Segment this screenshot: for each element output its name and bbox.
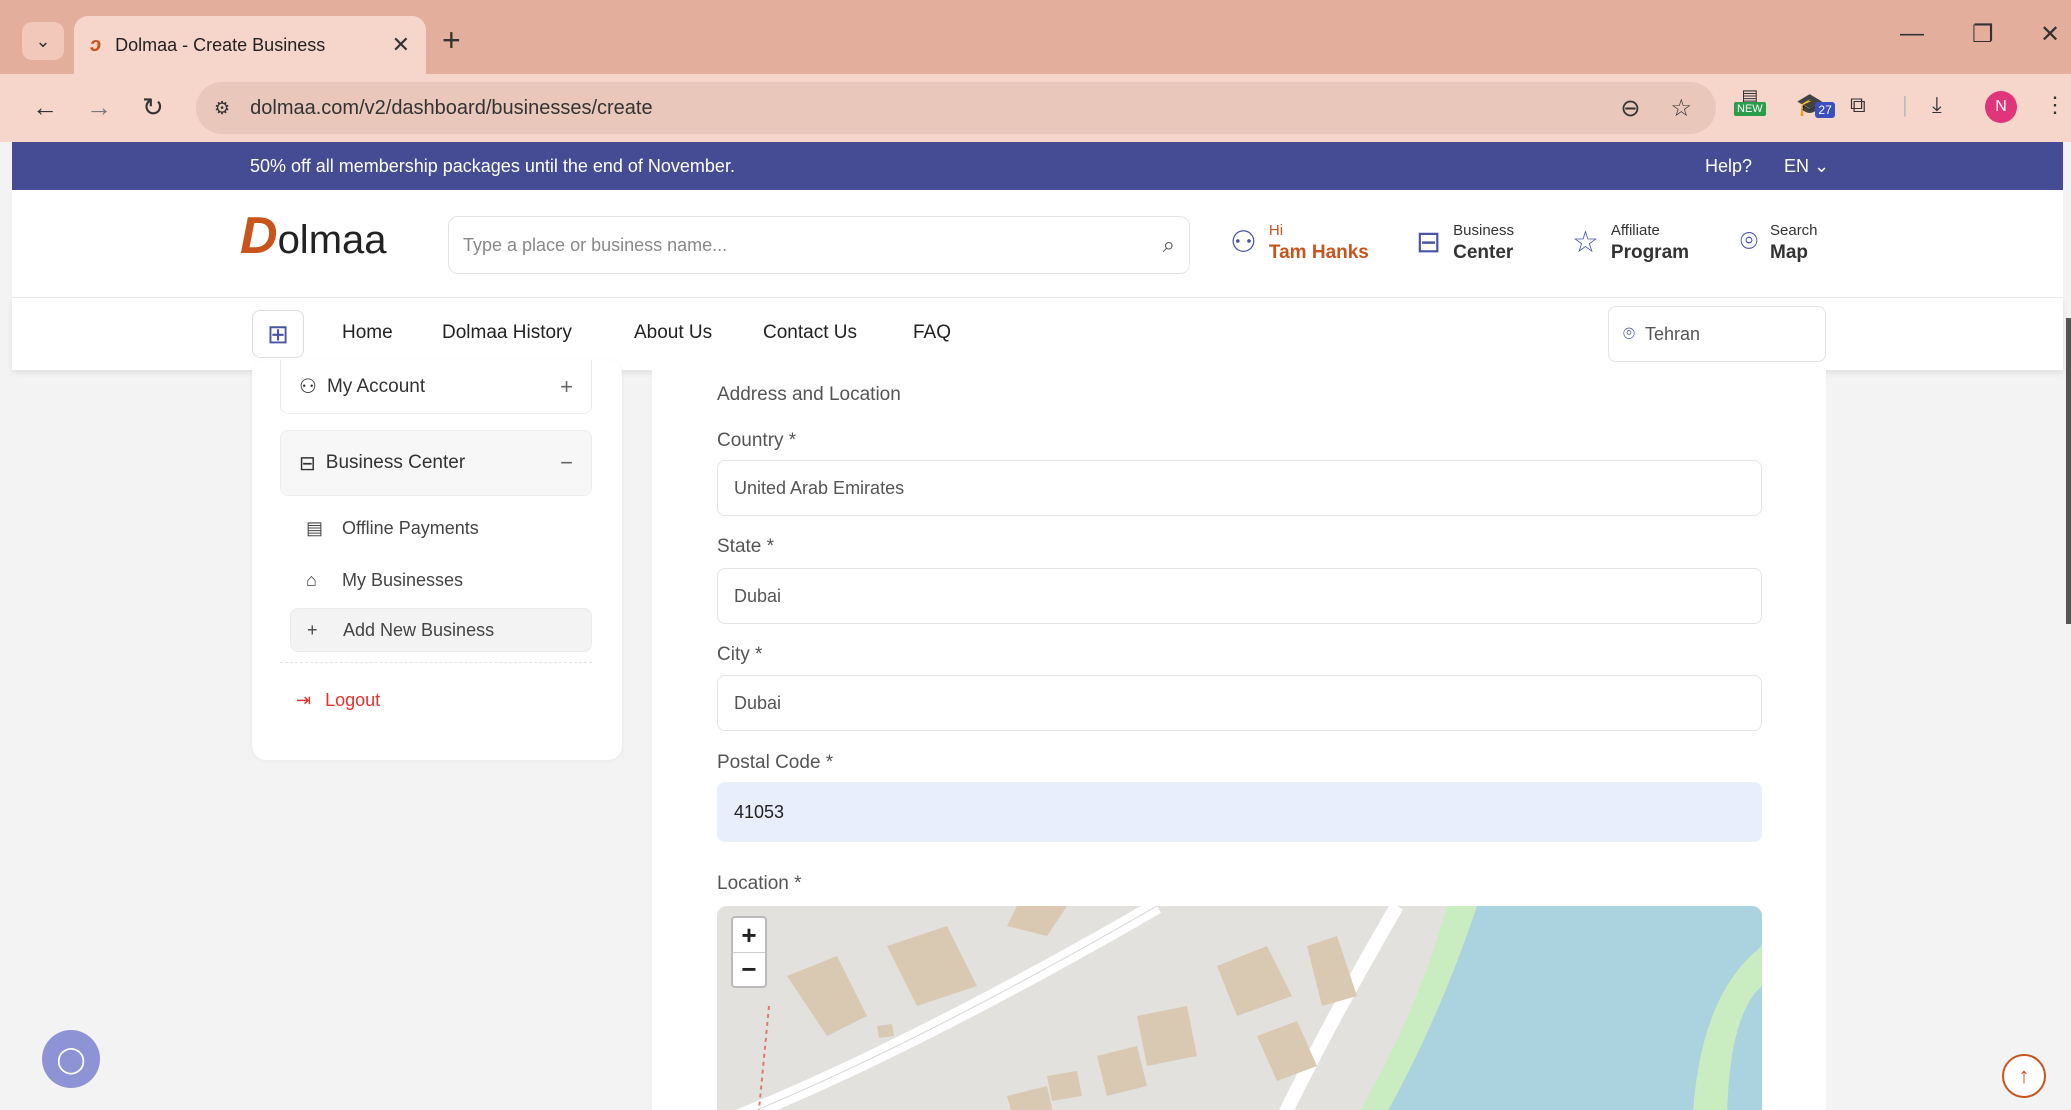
building-icon: ⌂ xyxy=(306,569,317,590)
location-map[interactable]: + − xyxy=(717,906,1762,1110)
logout-link[interactable]: ⇥ Logout xyxy=(296,690,380,711)
extension-new-label: NEW xyxy=(1734,102,1766,116)
user-name: Tam Hanks xyxy=(1268,242,1369,263)
kebab-menu-icon[interactable]: ⋮ xyxy=(2044,92,2066,118)
location-pin-icon: ⌾ xyxy=(1623,322,1635,345)
graduation-extension-icon[interactable]: 🎓 27 xyxy=(1796,92,1835,118)
city-label: City * xyxy=(717,644,763,665)
help-link[interactable]: Help? xyxy=(1705,156,1752,177)
logout-icon: ⇥ xyxy=(296,690,312,710)
extensions-puzzle-icon[interactable]: ⧉ xyxy=(1850,92,1866,118)
user-account-link[interactable]: ⚇ Hi Tam Hanks xyxy=(1230,220,1369,264)
business-center-link[interactable]: ⊟ Business Center xyxy=(1416,220,1514,264)
back-arrow-icon[interactable]: ← xyxy=(32,92,58,123)
browser-tab[interactable]: ↄ Dolmaa - Create Business ✕ xyxy=(74,16,426,74)
nav-faq[interactable]: FAQ xyxy=(913,322,951,344)
sidebar-item-add-new-business[interactable]: + Add New Business xyxy=(290,608,592,652)
map-zoom-controls: + − xyxy=(731,916,767,988)
affiliate-program-link[interactable]: ☆ Affiliate Program xyxy=(1572,220,1689,264)
browser-tab-bar: ⌄ ↄ Dolmaa - Create Business ✕ + — ❐ ✕ xyxy=(0,0,2071,74)
extension-badge: 27 xyxy=(1815,102,1835,118)
business-center-icon: ⊟ xyxy=(299,452,316,475)
arrow-up-icon: ↑ xyxy=(2018,1063,2030,1088)
reload-icon[interactable]: ↻ xyxy=(142,92,164,123)
toolbar-divider: | xyxy=(1902,92,1908,117)
user-icon: ⚇ xyxy=(1230,225,1257,259)
url-omnibox[interactable]: ⚙ dolmaa.com/v2/dashboard/businesses/cre… xyxy=(196,82,1716,134)
nav-home[interactable]: Home xyxy=(342,322,393,344)
categories-grid-button[interactable]: ⊞ xyxy=(252,310,304,358)
receipt-icon: ▤ xyxy=(306,517,324,538)
section-title: Address and Location xyxy=(717,384,901,405)
page-scrollbar[interactable] xyxy=(2066,318,2071,624)
my-account-accordion[interactable]: ⚇ My Account + xyxy=(280,360,592,414)
nav-contact-us[interactable]: Contact Us xyxy=(763,322,857,344)
country-label: Country * xyxy=(717,430,797,451)
postal-code-label: Postal Code * xyxy=(717,752,834,773)
zoom-in-button[interactable]: + xyxy=(733,918,765,952)
close-tab-icon[interactable]: ✕ xyxy=(392,32,410,58)
dolmaa-favicon-icon: ↄ xyxy=(90,33,102,56)
location-text: Tehran xyxy=(1645,323,1701,344)
site-header: Dolmaa ⌕ ⚇ Hi Tam Hanks ⊟ Business Cente… xyxy=(12,190,2063,298)
language-label: EN xyxy=(1784,156,1810,176)
state-select[interactable]: Dubai xyxy=(717,568,1762,624)
location-selector[interactable]: ⌾ Tehran xyxy=(1608,306,1826,362)
map-pin-icon: ⌾ xyxy=(1740,225,1758,258)
download-icon[interactable]: ⤓ xyxy=(1932,92,1942,118)
minimize-icon[interactable]: — xyxy=(1900,20,1924,48)
new-extension-icon[interactable]: ▤ NEW xyxy=(1734,87,1766,116)
sidebar-item-offline-payments[interactable]: ▤ Offline Payments xyxy=(290,506,592,550)
tab-title: Dolmaa - Create Business xyxy=(115,34,326,55)
tab-search-dropdown[interactable]: ⌄ xyxy=(22,22,64,60)
grid-icon: ⊞ xyxy=(267,318,289,349)
location-label: Location * xyxy=(717,873,802,894)
chevron-down-icon: ⌄ xyxy=(1814,156,1830,176)
country-select[interactable]: United Arab Emirates xyxy=(717,460,1762,516)
collapse-minus-icon: − xyxy=(560,450,573,475)
postal-code-input[interactable]: 41053 xyxy=(717,782,1762,842)
business-center-accordion[interactable]: ⊟ Business Center − xyxy=(280,430,592,496)
zoom-out-button[interactable]: − xyxy=(733,952,765,986)
url-text: dolmaa.com/v2/dashboard/businesses/creat… xyxy=(250,96,653,119)
map-tiles xyxy=(717,906,1762,1110)
create-business-form: Address and Location Country * United Ar… xyxy=(652,370,1826,1110)
search-box: ⌕ xyxy=(448,216,1190,274)
dashboard-sidebar: ⚇ My Account + ⊟ Business Center − ▤ Off… xyxy=(252,360,622,760)
site-settings-icon[interactable]: ⚙ xyxy=(214,98,230,119)
city-select[interactable]: Dubai xyxy=(717,675,1762,731)
user-icon: ⚇ xyxy=(299,376,317,398)
promo-bar: 50% off all membership packages until th… xyxy=(12,142,2063,190)
restore-icon[interactable]: ❐ xyxy=(1972,20,1994,49)
search-input[interactable] xyxy=(463,234,1163,256)
scroll-to-top-button[interactable]: ↑ xyxy=(2002,1054,2046,1098)
forward-arrow-icon[interactable]: → xyxy=(86,92,112,123)
chat-bubble-icon: ◯ xyxy=(56,1043,86,1074)
language-selector[interactable]: EN ⌄ xyxy=(1784,156,1829,177)
greeting-text: Hi xyxy=(1268,222,1284,239)
search-icon[interactable]: ⌕ xyxy=(1163,232,1175,258)
bookmark-star-icon[interactable]: ☆ xyxy=(1670,94,1692,123)
plus-icon: + xyxy=(307,619,318,640)
chevron-down-icon: ⌄ xyxy=(35,30,51,51)
profile-avatar[interactable]: N xyxy=(1985,91,2017,123)
star-icon: ☆ xyxy=(1572,225,1599,259)
close-window-icon[interactable]: ✕ xyxy=(2040,20,2060,49)
nav-about-us[interactable]: About Us xyxy=(634,322,712,344)
dolmaa-logo[interactable]: Dolmaa xyxy=(240,206,387,266)
search-map-link[interactable]: ⌾ Search Map xyxy=(1740,220,1818,264)
address-bar-row: ← → ↻ ⚙ dolmaa.com/v2/dashboard/business… xyxy=(0,74,2071,142)
zoom-icon[interactable]: ⊖ xyxy=(1620,94,1640,123)
briefcase-icon: ⊟ xyxy=(1416,225,1442,259)
chat-button[interactable]: ◯ xyxy=(42,1030,100,1088)
expand-plus-icon: + xyxy=(560,373,573,399)
state-label: State * xyxy=(717,536,775,557)
new-tab-button[interactable]: + xyxy=(442,22,461,58)
promo-message: 50% off all membership packages until th… xyxy=(250,156,735,176)
sidebar-item-my-businesses[interactable]: ⌂ My Businesses xyxy=(290,558,592,602)
sidebar-divider xyxy=(280,662,592,663)
nav-dolmaa-history[interactable]: Dolmaa History xyxy=(442,322,572,344)
